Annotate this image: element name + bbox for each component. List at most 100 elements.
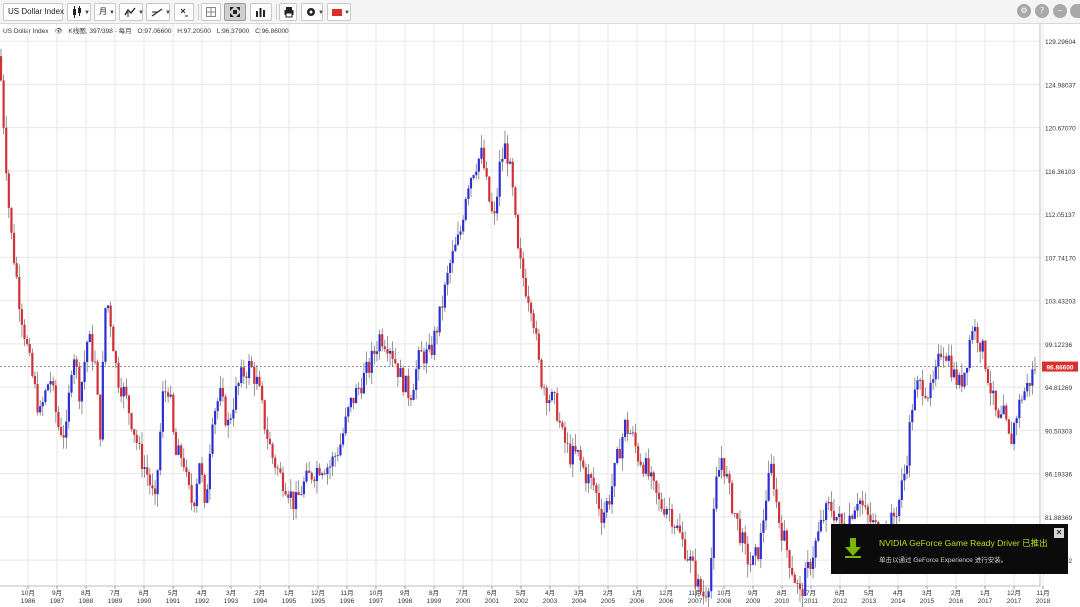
- candle-down: [93, 361, 97, 363]
- close-icon[interactable]: ✕: [1054, 528, 1064, 538]
- candle-up: [122, 386, 125, 397]
- candle-up: [315, 467, 319, 482]
- interval-select[interactable]: 月 ▼: [94, 3, 116, 21]
- candle-down: [994, 390, 997, 411]
- candle-up: [106, 305, 110, 309]
- candle-down: [529, 302, 533, 314]
- volume-toggle-button[interactable]: [250, 3, 272, 21]
- candle-up: [937, 353, 940, 367]
- candle-down: [185, 467, 188, 473]
- candle-down: [323, 473, 326, 475]
- candle-down: [125, 386, 128, 396]
- candle-up: [715, 476, 718, 509]
- candle-down: [618, 448, 621, 459]
- share-button[interactable]: ▼: [301, 3, 324, 21]
- candle-up: [247, 361, 251, 378]
- candle-up: [587, 474, 590, 484]
- close-icon[interactable]: [1070, 4, 1080, 18]
- flag-icon: [332, 8, 342, 16]
- notification-subtitle: 单击以通过 GeForce Experience 进行安装。: [879, 557, 1008, 564]
- x-tick-year: 2017: [1007, 598, 1022, 605]
- candle-down: [78, 366, 81, 402]
- candle-up: [710, 558, 713, 592]
- price-chart[interactable]: 129.29604 124.98037 120.67070 116.36103 112.…: [0, 24, 1080, 607]
- candle-down: [522, 258, 525, 278]
- x-tick-year: 2001: [485, 598, 500, 605]
- candle-up: [947, 355, 950, 361]
- candle-down: [1033, 369, 1037, 371]
- grid-toggle-button[interactable]: [201, 3, 221, 21]
- candle-down: [540, 359, 543, 388]
- chart-toolbar: US Dollar Index▼ ▼ 月▼ ▼ ▼ ▼ ▼ ⚙ ? –: [0, 0, 1080, 24]
- candle-up: [344, 416, 347, 434]
- candle-up: [811, 557, 815, 569]
- candle-up: [916, 380, 919, 390]
- drawing-tools-button[interactable]: ▼: [146, 3, 171, 21]
- candle-down: [579, 450, 582, 461]
- nvidia-notification[interactable]: NVIDIA GeForce Game Ready Driver 已推出 单击以…: [831, 524, 1068, 574]
- candle-down: [381, 334, 384, 347]
- chevron-down-icon: ▼: [344, 10, 350, 16]
- candle-up: [853, 510, 856, 519]
- candle-up: [467, 188, 470, 200]
- candle-down: [313, 479, 316, 482]
- candle-up: [480, 147, 483, 159]
- candle-down: [245, 376, 248, 378]
- candle-down: [114, 351, 117, 363]
- candle-up: [65, 421, 68, 438]
- candle-up: [425, 349, 428, 364]
- candle-down: [242, 367, 245, 377]
- flag-select[interactable]: ▼: [327, 3, 351, 21]
- candle-up: [707, 591, 710, 598]
- print-button[interactable]: [279, 3, 297, 21]
- candle-up: [814, 540, 817, 558]
- candle-down: [12, 232, 16, 264]
- candle-up: [550, 392, 554, 401]
- candle-up: [501, 158, 504, 162]
- y-tick-label: 116.36103: [1045, 169, 1076, 176]
- candle-up: [446, 272, 449, 285]
- candle-down: [368, 361, 371, 373]
- candle-up: [211, 424, 214, 454]
- candle-down: [54, 385, 57, 412]
- symbol-select[interactable]: US Dollar Index▼: [3, 3, 72, 21]
- candle-down: [569, 443, 572, 465]
- candle-up: [73, 359, 76, 376]
- indicator-button[interactable]: ▼: [119, 3, 144, 21]
- x-tick-month: 12月: [311, 589, 325, 597]
- candle-down: [733, 513, 736, 514]
- candle-up: [650, 472, 653, 477]
- candle-up: [548, 400, 551, 404]
- candle-down: [287, 494, 290, 498]
- candle-down: [193, 502, 196, 507]
- cursor-tool-button[interactable]: [174, 3, 194, 21]
- chart-type-button[interactable]: ▼: [67, 3, 91, 21]
- candle-down: [91, 334, 94, 362]
- minimize-icon[interactable]: –: [1053, 4, 1067, 18]
- candle-up: [498, 161, 501, 197]
- help-icon[interactable]: ?: [1035, 4, 1049, 18]
- x-tick-year: 2000: [456, 598, 471, 605]
- x-tick-month: 7月: [110, 589, 120, 597]
- candle-down: [138, 443, 141, 444]
- candle-down: [775, 489, 778, 503]
- candle-up: [932, 379, 935, 383]
- x-tick-month: 8月: [777, 589, 787, 597]
- candle-down: [673, 526, 676, 528]
- fit-screen-button[interactable]: [224, 3, 246, 21]
- x-tick-month: 1月: [980, 589, 990, 597]
- candle-up: [44, 390, 47, 402]
- x-tick-month: 2月: [603, 589, 613, 597]
- candle-down: [148, 474, 151, 486]
- candle-down: [686, 559, 689, 561]
- notification-title: NVIDIA GeForce Game Ready Driver 已推出: [879, 538, 1048, 548]
- candle-up: [198, 463, 201, 484]
- candle-up: [39, 406, 42, 413]
- x-tick-month: 9月: [748, 589, 758, 597]
- settings-icon[interactable]: ⚙: [1017, 4, 1031, 18]
- candle-up: [169, 394, 172, 397]
- x-tick-year: 2009: [746, 598, 761, 605]
- x-tick-year: 2006: [659, 598, 674, 605]
- candle-down: [318, 467, 321, 476]
- candle-down: [749, 564, 752, 566]
